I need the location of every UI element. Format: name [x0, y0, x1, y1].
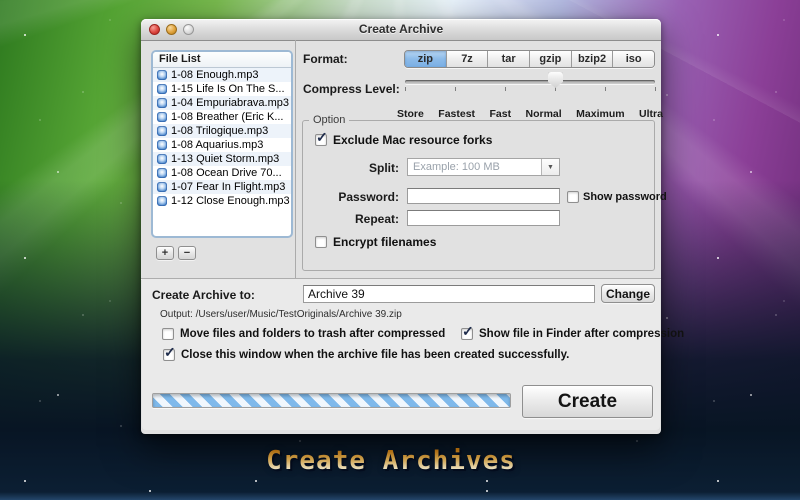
- close-window-option: Close this window when the archive file …: [163, 349, 569, 361]
- encrypt-filenames-checkbox[interactable]: [315, 236, 327, 248]
- level-label: Normal: [526, 108, 562, 120]
- move-trash-checkbox[interactable]: [162, 328, 174, 340]
- format-segment[interactable]: gzip: [530, 51, 572, 67]
- show-password-checkbox[interactable]: [567, 191, 579, 203]
- mp3-file-icon: [157, 112, 167, 122]
- option-group-title: Option: [309, 114, 349, 126]
- chevron-down-icon: ▼: [547, 164, 554, 171]
- format-segment[interactable]: tar: [488, 51, 530, 67]
- level-label: Ultra: [639, 108, 663, 120]
- show-password-label: Show password: [583, 191, 667, 203]
- create-archive-window: Create Archive File List 1-08 Enough.mp3…: [141, 19, 661, 434]
- list-item[interactable]: 1-15 Life Is On The S...: [153, 82, 291, 96]
- format-segment[interactable]: iso: [613, 51, 654, 67]
- combo-arrow-button[interactable]: ▼: [541, 159, 559, 175]
- split-combobox[interactable]: Example: 100 MB ▼: [407, 158, 560, 176]
- file-name: 1-08 Ocean Drive 70...: [171, 166, 282, 180]
- move-trash-option: Move files and folders to trash after co…: [162, 328, 445, 340]
- slider-track[interactable]: [405, 80, 655, 84]
- list-item[interactable]: 1-12 Close Enough.mp3: [153, 194, 291, 208]
- level-label: Maximum: [576, 108, 624, 120]
- screen: Create Archives Create Archive File List…: [0, 0, 800, 500]
- file-name: 1-08 Trilogique.mp3: [171, 124, 268, 138]
- format-segmented-control: zip 7z tar gzip bzip2 iso: [404, 50, 655, 68]
- file-list-box: File List 1-08 Enough.mp3 1-15 Life Is O…: [151, 50, 293, 238]
- level-label: Fast: [489, 108, 511, 120]
- split-placeholder: Example: 100 MB: [408, 161, 541, 173]
- archive-name-field[interactable]: [303, 285, 595, 303]
- change-button[interactable]: Change: [601, 284, 655, 303]
- create-button[interactable]: Create: [522, 385, 653, 418]
- move-trash-label: Move files and folders to trash after co…: [180, 328, 445, 340]
- list-item[interactable]: 1-08 Trilogique.mp3: [153, 124, 291, 138]
- password-label: Password:: [319, 190, 399, 204]
- exclude-forks-label: Exclude Mac resource forks: [333, 133, 492, 147]
- list-item[interactable]: 1-08 Ocean Drive 70...: [153, 166, 291, 180]
- titlebar[interactable]: Create Archive: [141, 19, 661, 41]
- mp3-file-icon: [157, 182, 167, 192]
- format-segment[interactable]: zip: [405, 51, 447, 67]
- add-file-button[interactable]: +: [156, 246, 174, 260]
- mp3-file-icon: [157, 168, 167, 178]
- show-finder-checkbox[interactable]: [461, 328, 473, 340]
- vertical-divider: [295, 40, 296, 278]
- close-window-label: Close this window when the archive file …: [181, 349, 569, 361]
- window-title: Create Archive: [141, 22, 661, 36]
- mp3-file-icon: [157, 140, 167, 150]
- repeat-field[interactable]: [407, 210, 560, 226]
- output-path: Output: /Users/user/Music/TestOriginals/…: [160, 309, 402, 320]
- file-name: 1-15 Life Is On The S...: [171, 82, 285, 96]
- file-name: 1-13 Quiet Storm.mp3: [171, 152, 279, 166]
- list-item[interactable]: 1-08 Breather (Eric K...: [153, 110, 291, 124]
- file-name: 1-08 Breather (Eric K...: [171, 110, 284, 124]
- list-item[interactable]: 1-08 Enough.mp3: [153, 68, 291, 82]
- wallpaper-caption: Create Archives: [266, 446, 516, 476]
- remove-file-button[interactable]: −: [178, 246, 196, 260]
- exclude-forks-checkbox[interactable]: [315, 134, 327, 146]
- list-item[interactable]: 1-07 Fear In Flight.mp3: [153, 180, 291, 194]
- compress-level-label: Compress Level:: [303, 82, 400, 96]
- password-field[interactable]: [407, 188, 560, 204]
- level-label: Store: [397, 108, 424, 120]
- file-list-header: File List: [153, 52, 291, 68]
- compress-level-slider: [405, 71, 655, 95]
- mp3-file-icon: [157, 126, 167, 136]
- progress-bar: [152, 393, 511, 408]
- mp3-file-icon: [157, 98, 167, 108]
- list-item[interactable]: 1-04 Empuriabrava.mp3: [153, 96, 291, 110]
- encrypt-filenames-label: Encrypt filenames: [333, 235, 436, 249]
- mp3-file-icon: [157, 70, 167, 80]
- format-label: Format:: [303, 52, 348, 66]
- slider-thumb[interactable]: [548, 72, 563, 88]
- slider-ticks: [405, 87, 656, 91]
- split-label: Split:: [319, 161, 399, 175]
- file-name: 1-08 Enough.mp3: [171, 68, 258, 82]
- file-name: 1-07 Fear In Flight.mp3: [171, 180, 285, 194]
- encrypt-option: Encrypt filenames: [315, 235, 436, 249]
- show-finder-option: Show file in Finder after compression: [461, 328, 684, 340]
- file-name: 1-12 Close Enough.mp3: [171, 194, 290, 208]
- create-archive-to-label: Create Archive to:: [152, 288, 255, 302]
- format-segment[interactable]: 7z: [447, 51, 489, 67]
- file-name: 1-08 Aquarius.mp3: [171, 138, 263, 152]
- show-password-option: Show password: [567, 191, 667, 203]
- mp3-file-icon: [157, 154, 167, 164]
- list-item[interactable]: 1-13 Quiet Storm.mp3: [153, 152, 291, 166]
- compress-level-scale: Store Fastest Fast Normal Maximum Ultra: [397, 108, 663, 120]
- exclude-forks-option: Exclude Mac resource forks: [315, 133, 492, 147]
- repeat-label: Repeat:: [319, 212, 399, 226]
- file-name: 1-04 Empuriabrava.mp3: [171, 96, 289, 110]
- file-list: 1-08 Enough.mp3 1-15 Life Is On The S...…: [153, 68, 291, 208]
- format-segment[interactable]: bzip2: [572, 51, 614, 67]
- mp3-file-icon: [157, 84, 167, 94]
- close-window-checkbox[interactable]: [163, 349, 175, 361]
- level-label: Fastest: [438, 108, 475, 120]
- mp3-file-icon: [157, 196, 167, 206]
- list-item[interactable]: 1-08 Aquarius.mp3: [153, 138, 291, 152]
- show-finder-label: Show file in Finder after compression: [479, 328, 684, 340]
